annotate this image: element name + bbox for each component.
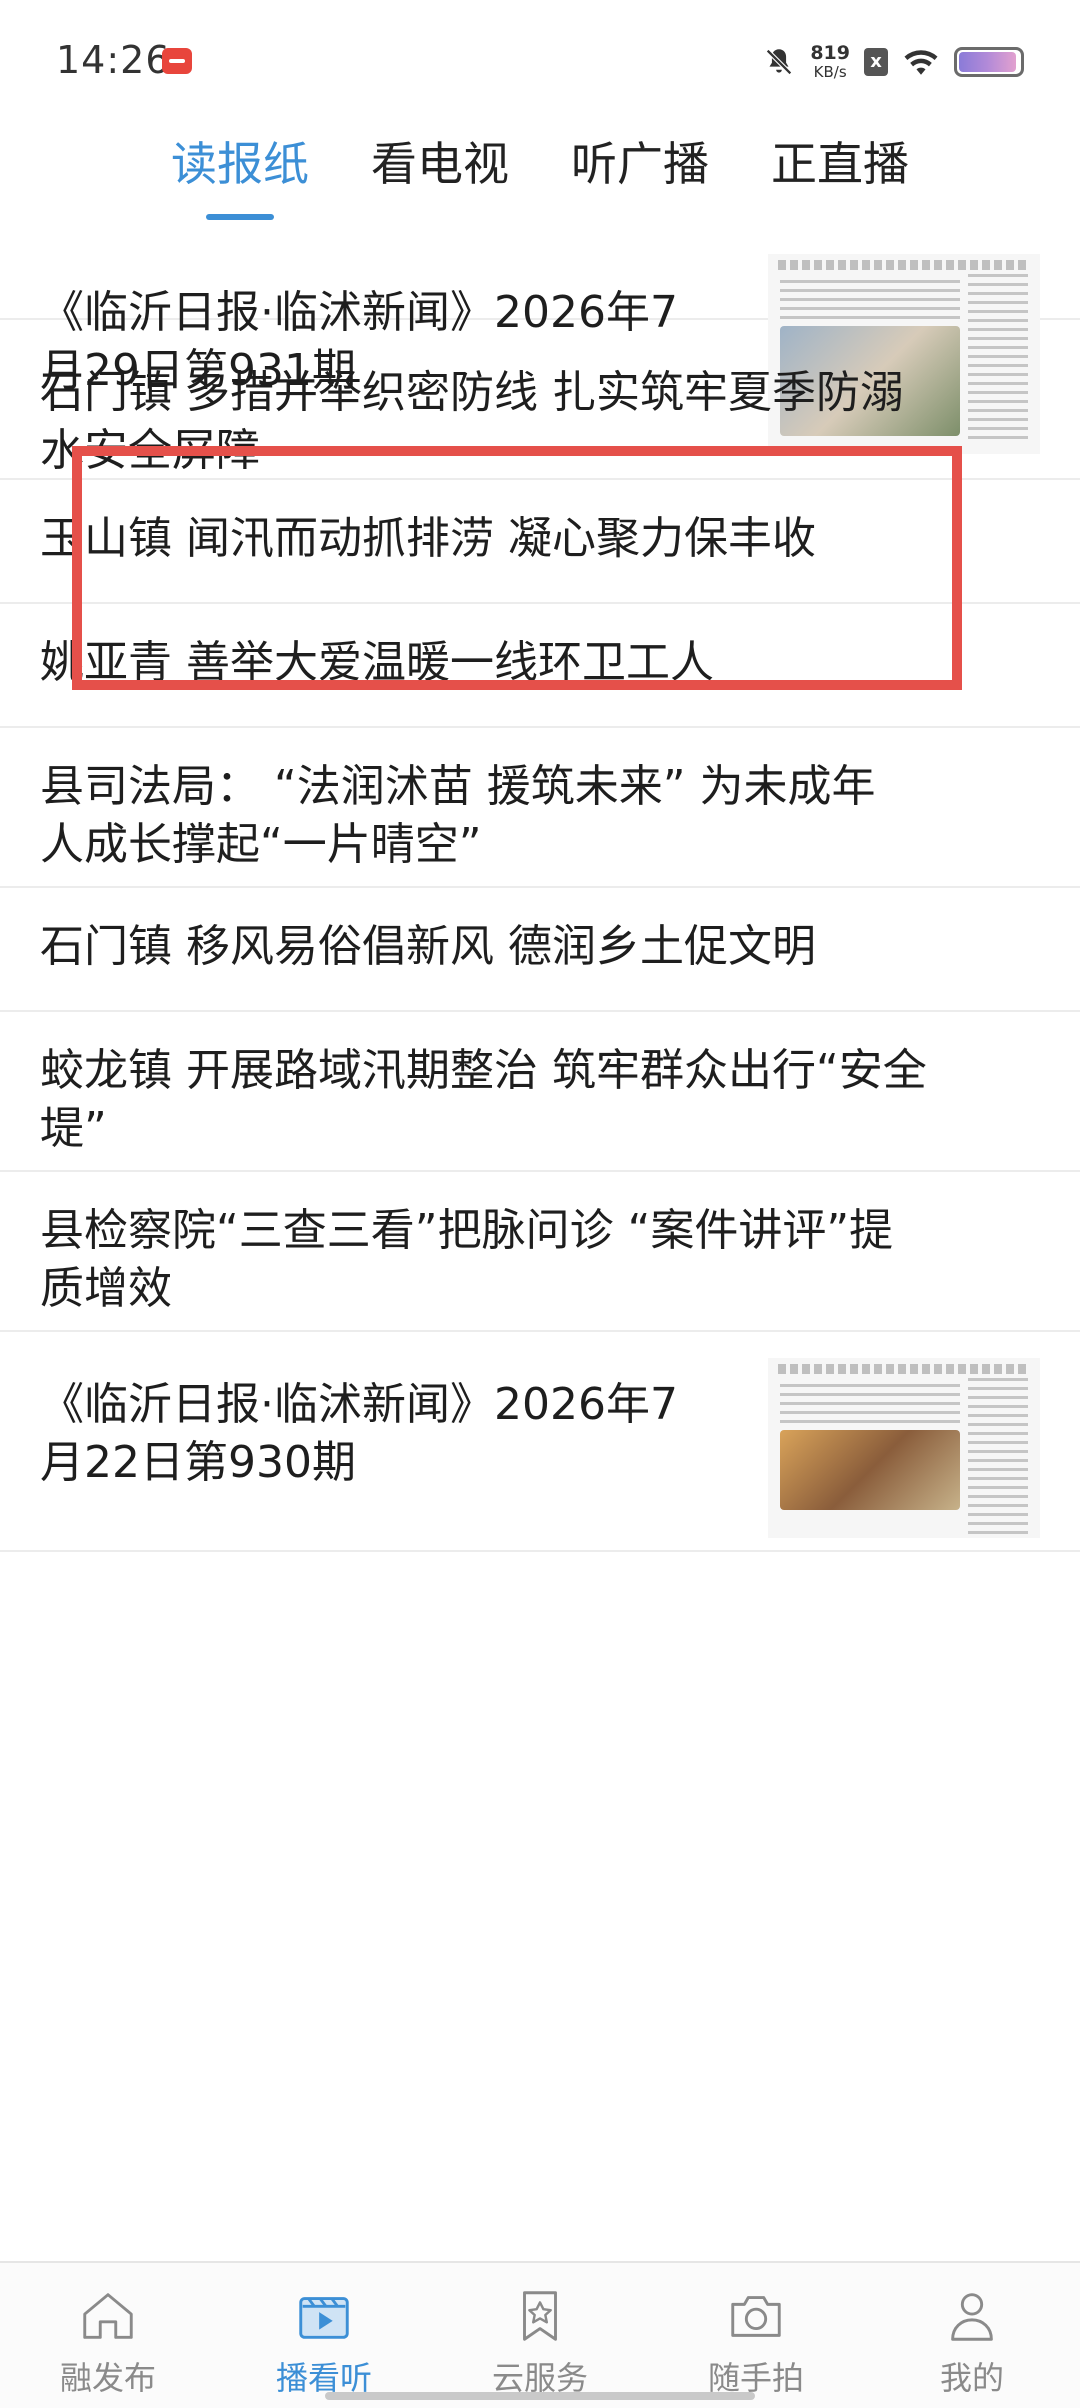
battery-icon — [954, 47, 1024, 77]
news-title-line: 姚亚青 善举大爱温暖一线环卫工人 — [40, 637, 714, 688]
nav-item-4[interactable]: 我的 — [864, 2263, 1080, 2408]
news-title: 玉山镇 闻汛而动抓排涝 凝心聚力保丰收 — [40, 510, 816, 568]
news-title-line: 堤” — [40, 1103, 107, 1154]
newspaper-issue-item[interactable]: 《临沂日报·临沭新闻》2026年7 月29日第931期 — [0, 228, 1080, 454]
home-icon — [83, 2293, 133, 2339]
nav-item-3[interactable]: 随手拍 — [648, 2263, 864, 2408]
status-time: 14:26 — [56, 38, 171, 82]
bottom-navigation: 融发布 播看听 云服务 随手拍我的 — [0, 2261, 1080, 2408]
status-icons: 819 KB/s x — [762, 40, 1024, 84]
news-title: 县司法局： “法润沭苗 援筑未来” 为未成年 人成长撑起“一片晴空” — [40, 758, 876, 874]
home-indicator[interactable] — [325, 2392, 755, 2400]
newspaper-issue-item[interactable]: 《临沂日报·临沭新闻》2026年7 月22日第930期 — [0, 1332, 1080, 1552]
news-title-line: 玉山镇 闻汛而动抓排涝 凝心聚力保丰收 — [40, 513, 816, 564]
bookmark-star-icon — [523, 2291, 557, 2341]
news-title: 石门镇 移风易俗倡新风 德润乡土促文明 — [40, 918, 816, 976]
top-tab-bar: 读报纸 看电视 听广播 正直播 — [0, 118, 1080, 228]
news-title-line: 石门镇 移风易俗倡新风 德润乡土促文明 — [40, 921, 816, 972]
news-list-item[interactable]: 姚亚青 善举大爱温暖一线环卫工人 — [0, 604, 1080, 728]
nav-label: 我的 — [939, 2359, 1004, 2397]
news-title: 《临沂日报·临沭新闻》2026年7 月22日第930期 — [40, 1376, 678, 1492]
news-title: 石门镇 多措并举织密防线 扎实筑牢夏季防溺 水安全屏障 — [40, 364, 904, 480]
news-title: 县检察院“三查三看”把脉问诊 “案件讲评”提 质增效 — [40, 1202, 893, 1318]
tab-0[interactable]: 读报纸 — [171, 118, 309, 228]
news-list-item[interactable]: 玉山镇 闻汛而动抓排涝 凝心聚力保丰收 — [0, 480, 1080, 604]
nav-item-0[interactable]: 融发布 — [0, 2263, 216, 2408]
news-title-line: 水安全屏障 — [40, 425, 260, 476]
news-title: 姚亚青 善举大爱温暖一线环卫工人 — [40, 634, 714, 692]
bell-off-icon — [766, 49, 793, 75]
tab-3[interactable]: 正直播 — [771, 118, 909, 228]
news-title: 蛟龙镇 开展路域汛期整治 筑牢群众出行“安全 堤” — [40, 1042, 927, 1158]
news-title-line: 质增效 — [40, 1263, 172, 1314]
news-list-item[interactable]: 石门镇 移风易俗倡新风 德润乡土促文明 — [0, 888, 1080, 1012]
news-list-item[interactable]: 蛟龙镇 开展路域汛期整治 筑牢群众出行“安全 堤” — [0, 1012, 1080, 1172]
news-list-item[interactable]: 石门镇 多措并举织密防线 扎实筑牢夏季防溺 水安全屏障 — [0, 320, 1080, 480]
news-feed[interactable]: 《临沂日报·临沭新闻》2026年7 月29日第931期 石门镇 多措并举织密防线 扎… — [0, 228, 1080, 2261]
nav-item-1[interactable]: 播看听 — [216, 2263, 432, 2408]
user-icon — [951, 2293, 993, 2341]
camera-icon — [731, 2296, 781, 2337]
active-tab-indicator — [206, 214, 274, 220]
news-title-line: 人成长撑起“一片晴空” — [40, 819, 482, 870]
sim-x-icon: x — [864, 48, 888, 76]
thumbnail-photo — [780, 1430, 960, 1510]
tab-2[interactable]: 听广播 — [571, 118, 709, 228]
status-bar: 14:26 819 KB/s x — [0, 0, 1080, 120]
news-title-line: 蛟龙镇 开展路域汛期整治 筑牢群众出行“安全 — [40, 1045, 927, 1096]
news-list-item[interactable]: 县司法局： “法润沭苗 援筑未来” 为未成年 人成长撑起“一片晴空” — [0, 728, 1080, 888]
tab-label: 正直播 — [771, 137, 909, 191]
nav-item-2[interactable]: 云服务 — [432, 2263, 648, 2408]
news-list-item[interactable]: 县检察院“三查三看”把脉问诊 “案件讲评”提 质增效 — [0, 1172, 1080, 1332]
news-title-line: 县检察院“三查三看”把脉问诊 “案件讲评”提 — [40, 1205, 894, 1256]
net-speed-unit: KB/s — [813, 63, 847, 81]
news-title-line: 石门镇 多措并举织密防线 扎实筑牢夏季防溺 — [40, 367, 904, 418]
tab-label: 听广播 — [571, 137, 709, 191]
tab-1[interactable]: 看电视 — [371, 118, 509, 228]
news-title-line: 月22日第930期 — [40, 1437, 356, 1488]
wifi-icon — [904, 50, 938, 75]
tab-label: 读报纸 — [171, 137, 309, 191]
net-speed-value: 819 — [810, 42, 850, 64]
app-notification-icon — [162, 48, 192, 74]
news-title-line: 《临沂日报·临沭新闻》2026年7 — [40, 1379, 678, 1430]
newspaper-thumbnail[interactable] — [768, 1358, 1040, 1538]
video-play-icon — [299, 2297, 349, 2339]
net-speed: 819 KB/s — [810, 44, 850, 80]
battery-fill — [959, 52, 1016, 72]
nav-label: 融发布 — [59, 2359, 156, 2397]
tab-label: 看电视 — [371, 137, 509, 191]
news-title-line: 县司法局： “法润沭苗 援筑未来” 为未成年 — [40, 761, 876, 812]
